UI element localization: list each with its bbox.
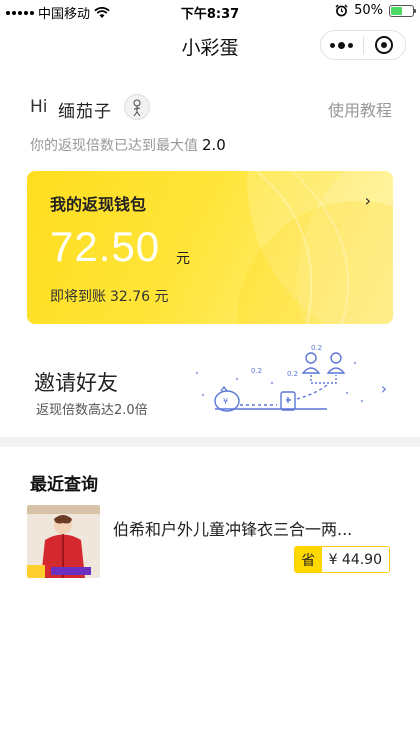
battery-icon: [389, 4, 416, 17]
more-button[interactable]: [321, 31, 363, 59]
multiplier-value: 2.0: [202, 136, 226, 154]
price-value: ¥ 44.90: [321, 547, 389, 572]
multiplier-text: 你的返现倍数已达到最大值: [30, 138, 198, 154]
close-miniapp-button[interactable]: [364, 31, 406, 59]
pending-label: 即将到账: [50, 289, 106, 305]
wallet-title: 我的返现钱包: [50, 195, 147, 214]
close-target-icon: [375, 36, 394, 54]
alarm-icon: [335, 4, 348, 17]
chevron-right-icon: ›: [380, 379, 387, 398]
greeting-row: Hi 缅茄子 使用教程: [30, 94, 392, 122]
invite-bubble-2: 0.2: [287, 370, 298, 378]
greeting-hi: Hi: [30, 97, 48, 117]
user-name: 缅茄子: [58, 102, 112, 122]
avatar[interactable]: [124, 94, 150, 120]
invite-subtitle: 返现倍数高达2.0倍: [36, 403, 148, 418]
recent-section-title: 最近查询: [30, 475, 98, 495]
avatar-figure-icon: [133, 99, 141, 117]
pending-amount: 32.76 元: [110, 289, 169, 305]
multiplier-info: 你的返现倍数已达到最大值 2.0: [30, 135, 226, 155]
invite-friends-banner[interactable]: 邀请好友 返现倍数高达2.0倍 0.2 0.2 0.2 ¥ ›: [27, 343, 393, 421]
save-badge: 省: [294, 547, 322, 572]
chevron-right-icon: ›: [364, 191, 371, 210]
invite-bubble-1: 0.2: [251, 367, 262, 375]
wallet-card[interactable]: 我的返现钱包 › 72.50 元 即将到账 32.76 元: [27, 171, 393, 324]
miniapp-capsule: [320, 30, 406, 60]
product-title: 伯希和户外儿童冲锋衣三合一两...: [113, 520, 353, 539]
status-bar: 中国移动 下午8:37 50%: [0, 0, 420, 22]
product-thumbnail: [27, 505, 100, 578]
invite-bubble-3: 0.2: [311, 344, 322, 352]
navbar: 小彩蛋: [0, 22, 420, 68]
coin-symbol: ¥: [223, 397, 228, 406]
wallet-unit: 元: [176, 251, 190, 267]
invite-illustration: 0.2 0.2 0.2 ¥: [195, 344, 364, 412]
tutorial-link[interactable]: 使用教程: [328, 97, 392, 121]
invite-title: 邀请好友: [34, 371, 118, 395]
wallet-balance: 72.50: [50, 223, 161, 270]
list-item[interactable]: 伯希和户外儿童冲锋衣三合一两... 省 ¥ 44.90: [27, 505, 393, 579]
wallet-pending: 即将到账 32.76 元: [50, 286, 169, 306]
battery-fill: [391, 6, 402, 15]
more-dots-icon: [330, 41, 354, 49]
section-divider: [0, 437, 420, 447]
battery-percent: 50%: [354, 3, 383, 18]
price-tag: 省 ¥ 44.90: [293, 546, 390, 573]
status-right: 50%: [335, 3, 416, 18]
